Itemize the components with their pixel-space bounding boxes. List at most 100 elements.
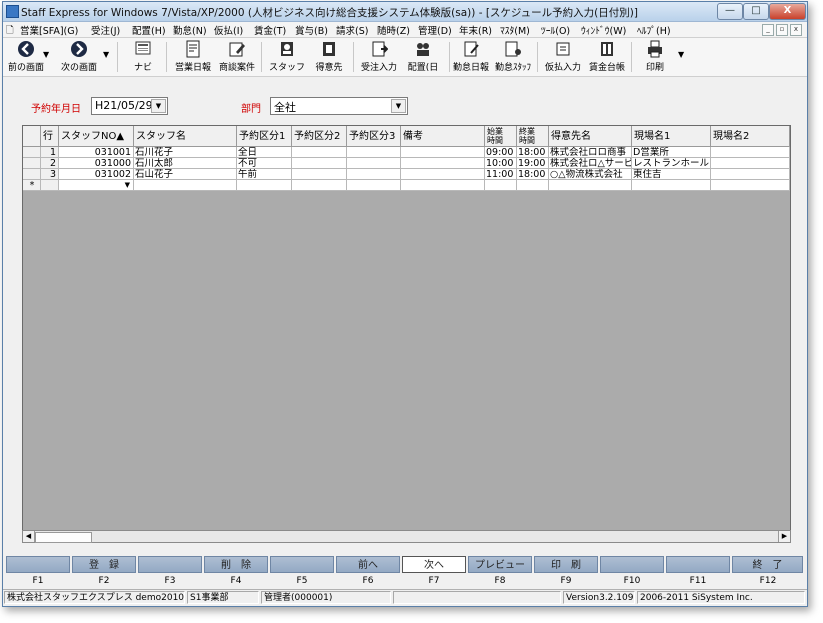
maximize-button[interactable]: □ xyxy=(743,3,769,20)
cell-staff-name[interactable]: 石川花子 xyxy=(134,147,237,158)
next-button[interactable]: 次の画面 xyxy=(57,40,101,74)
back-button[interactable]: 前の画面 xyxy=(5,40,47,74)
print-dropdown-icon[interactable]: ▼ xyxy=(678,50,684,59)
cell-start[interactable]: 11:00 xyxy=(485,169,517,180)
minimize-button[interactable]: — xyxy=(717,3,743,20)
f12-exit-button[interactable]: 終 了 xyxy=(732,556,803,573)
f3-button[interactable] xyxy=(138,556,202,573)
deals-button[interactable]: 商談案件 xyxy=(215,40,259,74)
staff-button[interactable]: スタッフ xyxy=(265,40,309,74)
cell-client[interactable]: 株式会社ロ△サービス xyxy=(549,158,632,169)
menu-advance[interactable]: 仮払(I) xyxy=(214,23,243,37)
new-row-staff-no-select[interactable]: ▼ xyxy=(59,180,134,191)
col-header-staff-name[interactable]: スタッフ名 xyxy=(134,126,237,147)
cell-cat3[interactable] xyxy=(347,169,401,180)
f1-button[interactable] xyxy=(6,556,70,573)
cell-site1[interactable]: D営業所 xyxy=(632,147,711,158)
row-selector[interactable] xyxy=(23,147,41,158)
scroll-right-icon[interactable]: ▶ xyxy=(778,531,790,542)
cell-site2[interactable] xyxy=(711,169,790,180)
cell-staff-name[interactable]: 石川太郎 xyxy=(134,158,237,169)
cell-start[interactable]: 09:00 xyxy=(485,147,517,158)
menu-billing[interactable]: 請求(S) xyxy=(336,23,368,37)
cell-site2[interactable] xyxy=(711,147,790,158)
f8-preview-button[interactable]: プレビュー xyxy=(468,556,532,573)
f5-button[interactable] xyxy=(270,556,334,573)
cell-start[interactable] xyxy=(485,180,517,191)
f7-next-button[interactable]: 次へ xyxy=(402,556,466,573)
advance-entry-button[interactable]: 仮払入力 xyxy=(541,40,585,74)
col-header-cat1[interactable]: 予約区分1 xyxy=(237,126,292,147)
menu-attendance[interactable]: 勤怠(N) xyxy=(173,23,207,37)
f2-register-button[interactable]: 登 録 xyxy=(72,556,136,573)
f10-button[interactable] xyxy=(600,556,664,573)
col-header-site2[interactable]: 現場名2 xyxy=(711,126,790,147)
cell-end[interactable]: 18:00 xyxy=(517,169,549,180)
mdi-doc-icon[interactable]: 🗋 xyxy=(6,23,14,39)
menu-master[interactable]: ﾏｽﾀ(M) xyxy=(500,23,530,37)
attendance-staff-button[interactable]: 勤怠ｽﾀｯﾌ xyxy=(491,40,535,74)
cell-staff-no[interactable]: 031000 xyxy=(59,158,134,169)
cell-cat1[interactable] xyxy=(237,180,292,191)
menu-wages[interactable]: 賃金(T) xyxy=(254,23,286,37)
date-select[interactable]: H21/05/29 ▼ xyxy=(91,97,168,115)
col-header-cat2[interactable]: 予約区分2 xyxy=(292,126,347,147)
wage-ledger-button[interactable]: 賃金台帳 xyxy=(585,40,629,74)
col-header-end[interactable]: 終業 時間 xyxy=(517,126,549,147)
cell-end[interactable]: 18:00 xyxy=(517,147,549,158)
mdi-restore-button[interactable]: ▫ xyxy=(776,24,788,36)
cell-end[interactable] xyxy=(517,180,549,191)
cell-cat1[interactable]: 不可 xyxy=(237,158,292,169)
f4-delete-button[interactable]: 削 除 xyxy=(204,556,268,573)
cell-site2[interactable] xyxy=(711,158,790,169)
cell-client[interactable] xyxy=(549,180,632,191)
cell-staff-name[interactable] xyxy=(134,180,237,191)
cell-client[interactable]: 株式会社ロロ商事 xyxy=(549,147,632,158)
back-dropdown-icon[interactable]: ▼ xyxy=(43,50,49,59)
cell-remarks[interactable] xyxy=(401,158,485,169)
cell-remarks[interactable] xyxy=(401,180,485,191)
attendance-daily-button[interactable]: 勤怠日報 xyxy=(451,40,491,74)
cell-cat3[interactable] xyxy=(347,180,401,191)
f9-print-button[interactable]: 印 刷 xyxy=(534,556,598,573)
cell-cat3[interactable] xyxy=(347,147,401,158)
cell-cat1[interactable]: 午前 xyxy=(237,169,292,180)
cell-cat2[interactable] xyxy=(292,169,347,180)
menu-placement[interactable]: 配置(H) xyxy=(132,23,166,37)
placement-button[interactable]: 配置(日 xyxy=(403,40,443,74)
cell-cat1[interactable]: 全日 xyxy=(237,147,292,158)
menu-bonus[interactable]: 賞与(B) xyxy=(295,23,328,37)
cell-site2[interactable] xyxy=(711,180,790,191)
clients-button[interactable]: 得意先 xyxy=(311,40,347,74)
close-window-button[interactable]: X xyxy=(769,3,806,20)
cell-site1[interactable] xyxy=(632,180,711,191)
cell-cat2[interactable] xyxy=(292,147,347,158)
row-selector[interactable] xyxy=(23,158,41,169)
menu-anytime[interactable]: 随時(Z) xyxy=(377,23,410,37)
scroll-left-icon[interactable]: ◀ xyxy=(23,531,35,542)
col-header-site1[interactable]: 現場名1 xyxy=(632,126,711,147)
row-selector[interactable] xyxy=(23,169,41,180)
menu-admin[interactable]: 管理(D) xyxy=(418,23,452,37)
menu-orders[interactable]: 受注(J) xyxy=(91,23,120,37)
cell-staff-name[interactable]: 石山花子 xyxy=(134,169,237,180)
cell-cat3[interactable] xyxy=(347,158,401,169)
f11-button[interactable] xyxy=(666,556,730,573)
horizontal-scrollbar[interactable]: ◀ ▶ xyxy=(22,530,791,543)
col-header-client[interactable]: 得意先名 xyxy=(549,126,632,147)
chevron-down-icon[interactable]: ▼ xyxy=(391,99,406,113)
menu-window[interactable]: ｳｨﾝﾄﾞｳ(W) xyxy=(581,23,626,37)
menu-tools[interactable]: ﾂｰﾙ(O) xyxy=(541,23,570,37)
col-header-row[interactable]: 行 xyxy=(41,126,59,147)
chevron-down-icon[interactable]: ▼ xyxy=(125,180,130,190)
dept-select[interactable]: 全社 ▼ xyxy=(270,97,408,115)
menu-yearend[interactable]: 年末(R) xyxy=(459,23,492,37)
chevron-down-icon[interactable]: ▼ xyxy=(151,99,166,113)
cell-site1[interactable]: レストランホール xyxy=(632,158,711,169)
print-button[interactable]: 印刷 xyxy=(635,40,675,74)
next-dropdown-icon[interactable]: ▼ xyxy=(103,50,109,59)
scroll-thumb[interactable] xyxy=(35,532,92,543)
cell-cat2[interactable] xyxy=(292,180,347,191)
cell-start[interactable]: 10:00 xyxy=(485,158,517,169)
col-header-start[interactable]: 始業 時間 xyxy=(485,126,517,147)
